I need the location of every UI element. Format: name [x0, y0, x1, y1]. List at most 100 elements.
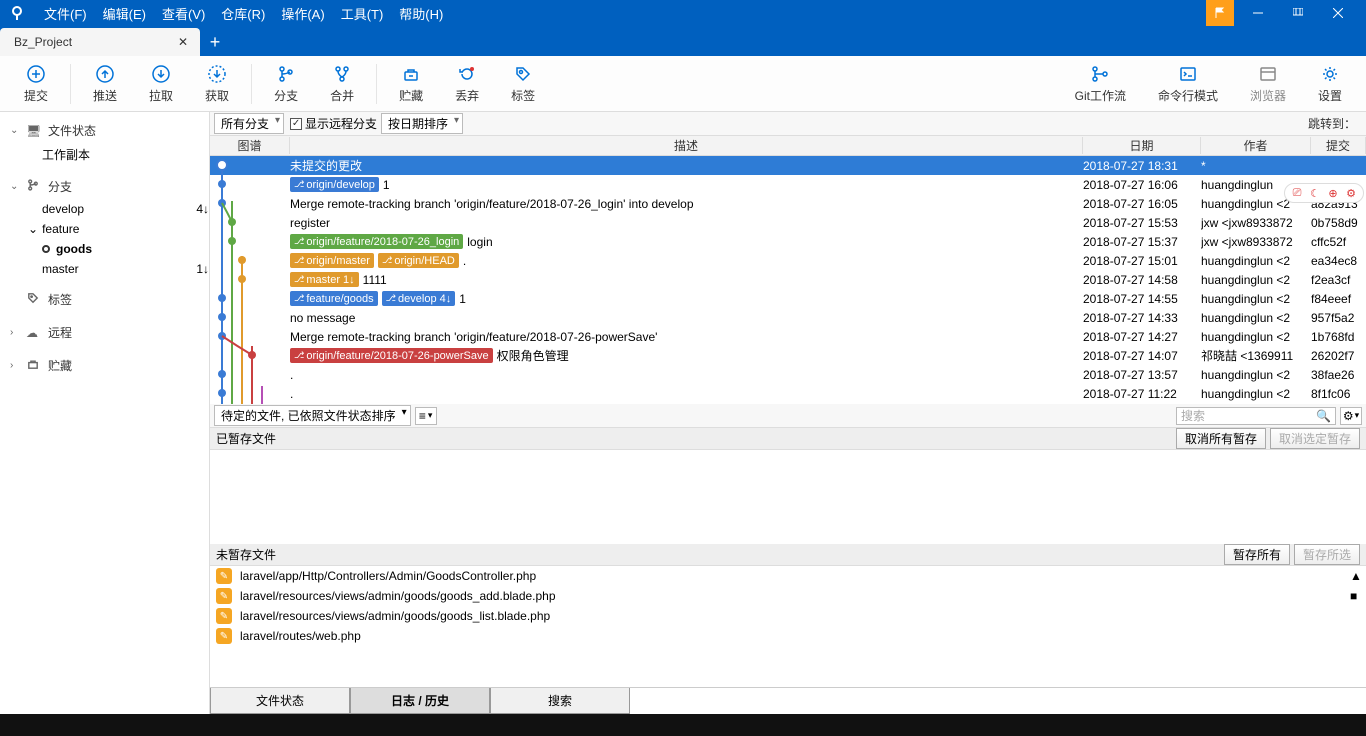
col-date[interactable]: 日期 — [1083, 137, 1201, 154]
menu-item[interactable]: 查看(V) — [154, 4, 213, 23]
col-graph[interactable]: 图谱 — [210, 137, 290, 154]
screenshot-icon[interactable]: ⎚ — [1289, 185, 1305, 201]
sidebar-branch-goods[interactable]: goods — [0, 239, 209, 259]
tab-title: Bz_Project — [14, 35, 72, 49]
commit-date: 2018-07-27 14:33 — [1083, 311, 1201, 325]
overlay-toolbar: ⎚ ☾ ⊕ ⚙ — [1284, 183, 1364, 203]
maximize-button[interactable] — [1278, 0, 1318, 26]
commit-row[interactable]: Merge remote-tracking branch 'origin/fea… — [210, 327, 1366, 346]
commit-row[interactable]: .2018-07-27 13:57huangdinglun <238fae26 — [210, 365, 1366, 384]
file-sort-dropdown[interactable]: 待定的文件, 已依照文件状态排序 — [214, 405, 411, 426]
branch-filter-dropdown[interactable]: 所有分支 — [214, 113, 284, 134]
commit-row[interactable]: ⎇origin/master⎇origin/HEAD .2018-07-27 1… — [210, 251, 1366, 270]
scrollbar[interactable]: ■ — [1350, 589, 1360, 603]
filter-bar: 所有分支 ✓显示远程分支 按日期排序 跳转到： — [210, 112, 1366, 136]
staged-files-list[interactable] — [210, 450, 1366, 544]
push-button[interactable]: 推送 — [77, 59, 133, 109]
sidebar-tags[interactable]: 标签 — [0, 287, 209, 312]
minimize-button[interactable] — [1238, 0, 1278, 26]
sidebar-branches[interactable]: ⌄ 分支 — [0, 174, 209, 199]
target-icon[interactable]: ⊕ — [1325, 185, 1341, 201]
tab-file-status[interactable]: 文件状态 — [210, 688, 350, 714]
commit-author: huangdinglun <2 — [1201, 254, 1311, 268]
menu-item[interactable]: 文件(F) — [36, 4, 95, 23]
sidebar-branch-develop[interactable]: develop4↓ — [0, 199, 209, 219]
fetch-button[interactable]: 获取 — [189, 59, 245, 109]
terminal-button[interactable]: 命令行模式 — [1142, 59, 1234, 109]
sidebar-stashes[interactable]: › 贮藏 — [0, 353, 209, 378]
commit-row[interactable]: ⎇origin/feature/2018-07-26_login login20… — [210, 232, 1366, 251]
merge-button[interactable]: 合并 — [314, 59, 370, 109]
menu-item[interactable]: 仓库(R) — [213, 4, 273, 23]
sidebar-remotes[interactable]: › ☁ 远程 — [0, 320, 209, 345]
branch-tag[interactable]: ⎇feature/goods — [290, 291, 378, 306]
moon-icon[interactable]: ☾ — [1307, 185, 1323, 201]
commit-row[interactable]: 未提交的更改2018-07-27 18:31* — [210, 156, 1366, 175]
tab-search[interactable]: 搜索 — [490, 688, 630, 714]
commit-row[interactable]: register2018-07-27 15:53jxw <jxw89338720… — [210, 213, 1366, 232]
branch-tag[interactable]: ⎇origin/develop — [290, 177, 379, 192]
close-button[interactable] — [1318, 0, 1358, 26]
sidebar: ⌄ 🖥 文件状态 工作副本 ⌄ 分支 develop4↓ ⌄feature go… — [0, 112, 210, 714]
commit-row[interactable]: Merge remote-tracking branch 'origin/fea… — [210, 194, 1366, 213]
stash-button[interactable]: 贮藏 — [383, 59, 439, 109]
tab-add-button[interactable]: + — [200, 28, 230, 56]
gear-icon[interactable]: ⚙ — [1343, 185, 1359, 201]
sidebar-branch-master[interactable]: master1↓ — [0, 259, 209, 279]
unstaged-files-list[interactable]: ✎laravel/app/Http/Controllers/Admin/Good… — [210, 566, 1366, 658]
tag-button[interactable]: 标签 — [495, 59, 551, 109]
col-desc[interactable]: 描述 — [290, 137, 1083, 154]
commits-list[interactable]: 未提交的更改2018-07-27 18:31*⎇origin/develop 1… — [210, 156, 1366, 404]
sort-dropdown[interactable]: 按日期排序 — [381, 113, 463, 134]
branch-tag[interactable]: ⎇origin/feature/2018-07-26-powerSave — [290, 348, 493, 363]
branch-tag[interactable]: ⎇origin/master — [290, 253, 374, 268]
stage-selected-button[interactable]: 暂存所选 — [1294, 544, 1360, 565]
stage-all-button[interactable]: 暂存所有 — [1224, 544, 1290, 565]
col-commit[interactable]: 提交 — [1311, 137, 1366, 154]
show-remote-checkbox[interactable]: ✓显示远程分支 — [290, 115, 377, 132]
pull-button[interactable]: 拉取 — [133, 59, 189, 109]
file-search-input[interactable]: 搜索🔍 — [1176, 407, 1336, 425]
settings-button[interactable]: 设置 — [1302, 59, 1358, 109]
commit-desc: login — [467, 235, 492, 249]
unstage-selected-button[interactable]: 取消选定暂存 — [1270, 428, 1360, 449]
stash-icon — [400, 63, 422, 85]
notification-flag-button[interactable] — [1206, 0, 1234, 26]
menu-item[interactable]: 操作(A) — [273, 4, 332, 23]
browser-button[interactable]: 浏览器 — [1234, 59, 1302, 109]
file-row[interactable]: ✎laravel/resources/views/admin/goods/goo… — [210, 586, 1366, 606]
menu-item[interactable]: 编辑(E) — [95, 4, 154, 23]
file-row[interactable]: ✎laravel/routes/web.php — [210, 626, 1366, 646]
view-mode-dropdown[interactable]: ≡ — [415, 407, 437, 425]
sidebar-file-status[interactable]: ⌄ 🖥 文件状态 — [0, 118, 209, 143]
commit-row[interactable]: ⎇master 1↓ 11112018-07-27 14:58huangding… — [210, 270, 1366, 289]
commit-author: huangdinglun <2 — [1201, 311, 1311, 325]
branch-tag[interactable]: ⎇develop 4↓ — [382, 291, 456, 306]
commit-row[interactable]: ⎇origin/feature/2018-07-26-powerSave 权限角… — [210, 346, 1366, 365]
sidebar-branch-feature[interactable]: ⌄feature — [0, 219, 209, 239]
branch-tag[interactable]: ⎇origin/feature/2018-07-26_login — [290, 234, 463, 249]
menu-item[interactable]: 工具(T) — [333, 4, 392, 23]
scrollbar[interactable]: ▲ — [1350, 569, 1360, 583]
project-tab[interactable]: Bz_Project ✕ — [0, 28, 200, 56]
branch-tag[interactable]: ⎇origin/HEAD — [378, 253, 459, 268]
branch-button[interactable]: 分支 — [258, 59, 314, 109]
tab-log-history[interactable]: 日志 / 历史 — [350, 688, 490, 714]
menu-item[interactable]: 帮助(H) — [391, 4, 451, 23]
sidebar-working-copy[interactable]: 工作副本 — [0, 143, 209, 166]
col-author[interactable]: 作者 — [1201, 137, 1311, 154]
file-row[interactable]: ✎laravel/resources/views/admin/goods/goo… — [210, 606, 1366, 626]
commit-button[interactable]: 提交 — [8, 59, 64, 109]
unstage-all-button[interactable]: 取消所有暂存 — [1176, 428, 1266, 449]
commit-row[interactable]: no message 2018-07-27 14:33huangdinglun <… — [210, 308, 1366, 327]
branch-tag[interactable]: ⎇master 1↓ — [290, 272, 359, 287]
commit-row[interactable]: ⎇feature/goods⎇develop 4↓ 12018-07-27 14… — [210, 289, 1366, 308]
tab-close-icon[interactable]: ✕ — [174, 35, 192, 49]
discard-button[interactable]: 丢弃 — [439, 59, 495, 109]
file-row[interactable]: ✎laravel/app/Http/Controllers/Admin/Good… — [210, 566, 1366, 586]
commit-row[interactable]: .2018-07-27 11:22huangdinglun <28f1fc06 — [210, 384, 1366, 403]
file-settings-dropdown[interactable]: ⚙ — [1340, 407, 1362, 425]
gitflow-button[interactable]: Git工作流 — [1059, 59, 1142, 109]
commit-row[interactable]: ⎇origin/develop 12018-07-27 16:06huangdi… — [210, 175, 1366, 194]
commit-desc: no message — [290, 311, 355, 325]
